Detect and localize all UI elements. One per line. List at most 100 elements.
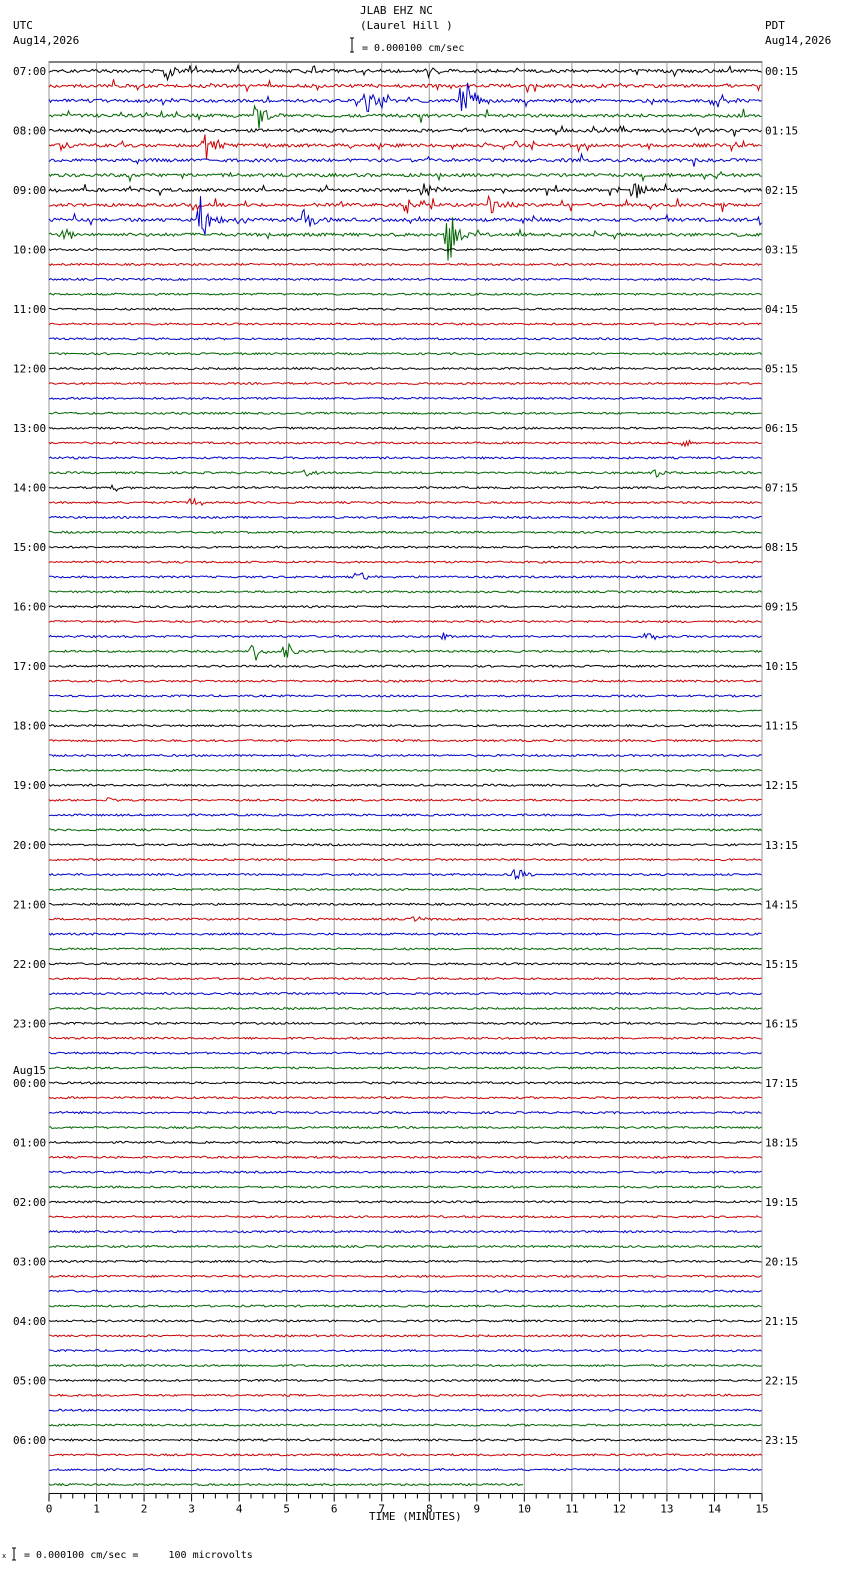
seismic-trace bbox=[48, 426, 762, 430]
pdt-hour-label: 08:15 bbox=[765, 541, 798, 554]
seismic-trace bbox=[48, 1110, 762, 1115]
seismic-trace bbox=[48, 868, 762, 881]
seismic-trace bbox=[48, 217, 762, 261]
pdt-hour-label: 22:15 bbox=[765, 1374, 798, 1387]
seismic-trace bbox=[48, 783, 762, 787]
seismic-trace bbox=[48, 322, 762, 326]
x-tick-label: 11 bbox=[565, 1502, 578, 1515]
seismic-trace bbox=[48, 337, 762, 341]
utc-hour-label: 08:00 bbox=[13, 125, 46, 138]
seismic-trace bbox=[48, 1036, 762, 1040]
seismic-trace bbox=[48, 1125, 762, 1130]
seismic-trace bbox=[48, 545, 762, 549]
pdt-hour-label: 03:15 bbox=[765, 244, 798, 257]
x-tick-label: 13 bbox=[660, 1502, 673, 1515]
pdt-hour-label: 13:15 bbox=[765, 839, 798, 852]
seismic-trace bbox=[48, 976, 762, 981]
seismic-trace bbox=[48, 1170, 762, 1174]
seismic-trace bbox=[48, 1289, 762, 1293]
utc-hour-label: 05:00 bbox=[13, 1374, 46, 1387]
seismic-trace bbox=[48, 152, 762, 167]
x-tick-label: 14 bbox=[708, 1502, 722, 1515]
utc-hour-label: 13:00 bbox=[13, 422, 46, 435]
utc-hour-label: 19:00 bbox=[13, 779, 46, 792]
pdt-hour-label: 05:15 bbox=[765, 363, 798, 376]
seismic-trace bbox=[48, 797, 762, 803]
seismic-trace bbox=[48, 1229, 762, 1234]
utc-hour-label: 06:00 bbox=[13, 1434, 46, 1447]
seismic-trace bbox=[48, 887, 762, 892]
pdt-hour-label: 18:15 bbox=[765, 1136, 798, 1149]
utc-hour-label: 12:00 bbox=[13, 363, 46, 376]
seismic-trace bbox=[48, 572, 762, 580]
seismic-trace bbox=[48, 857, 762, 862]
seismic-trace bbox=[48, 1423, 762, 1427]
station-location: (Laurel Hill ) bbox=[360, 19, 453, 32]
seismic-trace bbox=[48, 483, 762, 492]
pdt-hour-label: 09:15 bbox=[765, 601, 798, 614]
seismic-trace bbox=[48, 366, 762, 371]
utc-hour-label: 03:00 bbox=[13, 1255, 46, 1268]
seismic-trace bbox=[48, 1363, 762, 1368]
seismic-trace bbox=[48, 1467, 762, 1472]
seismic-trace bbox=[48, 1274, 762, 1278]
seismic-trace bbox=[48, 1453, 762, 1457]
utc-hour-label: 07:00 bbox=[13, 65, 46, 78]
seismic-trace bbox=[48, 1200, 762, 1204]
scale-label: = 0.000100 cm/sec bbox=[362, 43, 465, 54]
seismic-trace bbox=[48, 991, 762, 996]
seismic-trace bbox=[48, 604, 762, 609]
pdt-hour-label: 20:15 bbox=[765, 1255, 798, 1268]
seismic-trace bbox=[48, 1482, 524, 1487]
seismic-trace bbox=[48, 1155, 762, 1159]
pdt-hour-label: 12:15 bbox=[765, 779, 798, 792]
utc-hour-label: 16:00 bbox=[13, 601, 46, 614]
seismic-trace bbox=[48, 277, 762, 282]
footer-scale-text: = 0.000100 cm/sec = 100 microvolts bbox=[24, 1550, 253, 1561]
x-tick-label: 2 bbox=[141, 1502, 148, 1515]
seismic-trace bbox=[48, 194, 762, 214]
plot-frame bbox=[48, 61, 763, 1494]
utc-hour-label: 00:00 bbox=[13, 1077, 46, 1090]
seismic-trace bbox=[48, 1140, 762, 1145]
seismic-trace bbox=[48, 753, 762, 758]
seismic-trace bbox=[48, 738, 762, 743]
footer-scale-prefix: x bbox=[2, 1552, 7, 1560]
seismic-trace bbox=[48, 1348, 762, 1353]
pdt-hour-label: 16:15 bbox=[765, 1017, 798, 1030]
utc-hour-label: 20:00 bbox=[13, 839, 46, 852]
x-tick-label: 1 bbox=[93, 1502, 100, 1515]
x-tick-label: 15 bbox=[755, 1502, 768, 1515]
x-tick-label: 12 bbox=[613, 1502, 626, 1515]
seismic-trace bbox=[48, 530, 762, 534]
left-timezone: UTC bbox=[13, 19, 33, 32]
pdt-hour-label: 02:15 bbox=[765, 184, 798, 197]
pdt-hour-label: 06:15 bbox=[765, 422, 798, 435]
seismic-trace bbox=[48, 694, 762, 698]
pdt-hour-label: 15:15 bbox=[765, 958, 798, 971]
pdt-hour-label: 00:15 bbox=[765, 65, 798, 78]
seismic-trace bbox=[48, 104, 762, 129]
utc-hour-label: 21:00 bbox=[13, 898, 46, 911]
utc-hour-label: 02:00 bbox=[13, 1196, 46, 1209]
pdt-hour-label: 19:15 bbox=[765, 1196, 798, 1209]
seismic-trace bbox=[48, 1081, 762, 1085]
pdt-hour-label: 17:15 bbox=[765, 1077, 798, 1090]
seismic-trace bbox=[48, 947, 762, 951]
seismic-trace bbox=[48, 1438, 762, 1442]
utc-hour-label: 23:00 bbox=[13, 1017, 46, 1030]
seismic-trace bbox=[48, 916, 762, 923]
right-date: Aug14,2026 bbox=[765, 34, 832, 47]
left-date: Aug14,2026 bbox=[13, 34, 80, 47]
seismic-trace bbox=[48, 679, 762, 683]
seismic-trace bbox=[48, 469, 762, 478]
x-tick-label: 5 bbox=[283, 1502, 290, 1515]
seismic-trace bbox=[48, 619, 762, 624]
pdt-hour-label: 21:15 bbox=[765, 1315, 798, 1328]
seismic-trace bbox=[48, 124, 762, 137]
seismic-trace bbox=[49, 664, 762, 668]
seismic-trace bbox=[48, 962, 762, 966]
seismic-trace bbox=[48, 1378, 762, 1383]
seismic-trace bbox=[48, 1096, 762, 1100]
seismic-trace bbox=[48, 1334, 762, 1338]
